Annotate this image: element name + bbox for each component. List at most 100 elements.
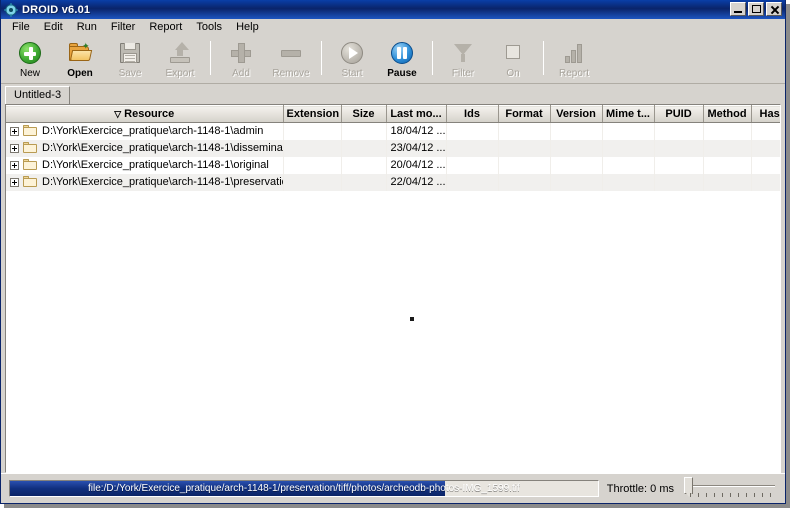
slider-tick — [762, 492, 763, 497]
toolbar-button-start[interactable]: Start — [327, 39, 377, 83]
column-header-version[interactable]: Version — [550, 105, 603, 123]
toolbar-separator-1 — [210, 41, 211, 75]
droid-application-window: DROID v6.01 File Edit Run Filter Report … — [0, 0, 786, 504]
menu-item-help[interactable]: Help — [229, 20, 266, 35]
cell-version — [550, 122, 603, 140]
mouse-cursor-dot — [410, 316, 414, 321]
toolbar-separator-2 — [321, 41, 322, 75]
cell-ids — [446, 173, 499, 191]
throttle-slider-thumb[interactable] — [684, 476, 693, 497]
menu-item-report[interactable]: Report — [142, 20, 189, 35]
maximize-button[interactable] — [748, 2, 764, 16]
cell-last-modified: 18/04/12 ... — [386, 122, 447, 140]
menu-item-file[interactable]: File — [5, 20, 37, 35]
cell-hash — [751, 173, 780, 191]
cell-resource: D:\York\Exercice_pratique\arch-1148-1\di… — [6, 139, 284, 157]
cell-last-modified: 20/04/12 ... — [386, 156, 447, 174]
window-shadow-bottom — [4, 504, 790, 508]
funnel-icon — [450, 40, 476, 66]
menu-item-edit[interactable]: Edit — [37, 20, 70, 35]
cell-puid — [654, 173, 704, 191]
resource-path-text: D:\York\Exercice_pratique\arch-1148-1\pr… — [42, 176, 283, 188]
expand-icon[interactable] — [10, 160, 19, 170]
folder-icon — [23, 125, 38, 137]
column-header-size[interactable]: Size — [341, 105, 387, 123]
slider-tick — [722, 492, 723, 497]
toolbar: New ✦ Open Save Export Add Remove Start … — [1, 36, 785, 84]
table-row[interactable]: D:\York\Exercice_pratique\arch-1148-1\ad… — [6, 122, 780, 140]
cell-puid — [654, 139, 704, 157]
column-header-label: Resource — [124, 108, 175, 120]
cell-method — [703, 122, 752, 140]
column-header-lastmo[interactable]: Last mo... — [386, 105, 447, 123]
table-row[interactable]: D:\York\Exercice_pratique\arch-1148-1\di… — [6, 139, 780, 157]
expand-icon[interactable] — [10, 143, 19, 153]
column-header-ids[interactable]: Ids — [446, 105, 499, 123]
slider-tick — [738, 492, 739, 497]
remove-icon — [278, 40, 304, 66]
toolbar-label-export: Export — [165, 68, 195, 79]
slider-tick — [714, 492, 715, 497]
menu-item-filter[interactable]: Filter — [104, 20, 142, 35]
column-header-format[interactable]: Format — [498, 105, 551, 123]
column-header-hash[interactable]: Hash — [751, 105, 780, 123]
toolbar-button-remove[interactable]: Remove — [266, 39, 316, 83]
expand-icon[interactable] — [10, 177, 19, 187]
column-header-extension[interactable]: Extension — [283, 105, 342, 123]
cell-resource: D:\York\Exercice_pratique\arch-1148-1\or… — [6, 156, 284, 174]
menu-item-tools[interactable]: Tools — [189, 20, 229, 35]
report-icon — [561, 40, 587, 66]
cell-mime-type — [602, 173, 655, 191]
table-header-row: ▽ Resource Extension Size Last mo... Ids Forma… — [6, 105, 780, 123]
toolbar-button-export[interactable]: Export — [155, 39, 205, 83]
toolbar-separator-3 — [432, 41, 433, 75]
pause-icon — [389, 40, 415, 66]
column-header-method[interactable]: Method — [703, 105, 752, 123]
toolbar-button-filter[interactable]: Filter — [438, 39, 488, 83]
title-bar[interactable]: DROID v6.01 — [1, 0, 785, 19]
toolbar-button-add[interactable]: Add — [216, 39, 266, 83]
toolbar-label-report: Report — [558, 68, 589, 79]
throttle-slider[interactable] — [682, 476, 777, 502]
sort-descending-icon: ▽ — [114, 109, 122, 119]
slider-tick — [770, 492, 771, 497]
throttle-label: Throttle: 0 ms — [606, 482, 674, 495]
column-header-puid[interactable]: PUID — [654, 105, 704, 123]
tab-strip: Untitled-3 — [1, 84, 785, 104]
toolbar-label-remove: Remove — [272, 68, 310, 79]
toolbar-button-new[interactable]: New — [5, 39, 55, 83]
toolbar-label-new: New — [19, 68, 40, 79]
table-row[interactable]: D:\York\Exercice_pratique\arch-1148-1\pr… — [6, 173, 780, 191]
cell-hash — [751, 156, 780, 174]
toolbar-label-on: On — [506, 68, 520, 79]
tab-untitled-3[interactable]: Untitled-3 — [5, 86, 71, 104]
close-button[interactable] — [766, 2, 782, 16]
menu-item-run[interactable]: Run — [70, 20, 104, 35]
toolbar-button-save[interactable]: Save — [105, 39, 155, 83]
cell-method — [703, 173, 752, 191]
column-header-resource[interactable]: ▽ Resource — [6, 105, 284, 123]
toolbar-button-pause[interactable]: Pause — [377, 39, 427, 83]
expand-icon[interactable] — [10, 126, 19, 136]
column-header-mimet[interactable]: Mime t... — [602, 105, 655, 123]
cell-method — [703, 156, 752, 174]
toolbar-button-report[interactable]: Report — [549, 39, 599, 83]
slider-tick — [690, 492, 691, 497]
cell-last-modified: 23/04/12 ... — [386, 139, 447, 157]
toolbar-label-add: Add — [232, 68, 250, 79]
cell-size — [341, 173, 387, 191]
progress-bar-text: file:/D:/York/Exercice_pratique/arch-114… — [88, 483, 520, 494]
resource-table: ▽ Resource Extension Size Last mo... Ids Forma… — [6, 105, 780, 191]
export-icon — [167, 40, 193, 66]
cell-ids — [446, 122, 499, 140]
cell-ids — [446, 156, 499, 174]
table-row[interactable]: D:\York\Exercice_pratique\arch-1148-1\or… — [6, 156, 780, 174]
new-icon — [17, 40, 43, 66]
toolbar-label-start: Start — [341, 68, 363, 79]
toolbar-button-open[interactable]: ✦ Open — [55, 39, 105, 83]
throttle-control: Throttle: 0 ms — [607, 476, 779, 502]
cell-puid — [654, 156, 704, 174]
minimize-button[interactable] — [730, 2, 746, 16]
toolbar-button-filter-on[interactable]: On — [488, 39, 538, 83]
cell-resource: D:\York\Exercice_pratique\arch-1148-1\ad… — [6, 122, 284, 140]
